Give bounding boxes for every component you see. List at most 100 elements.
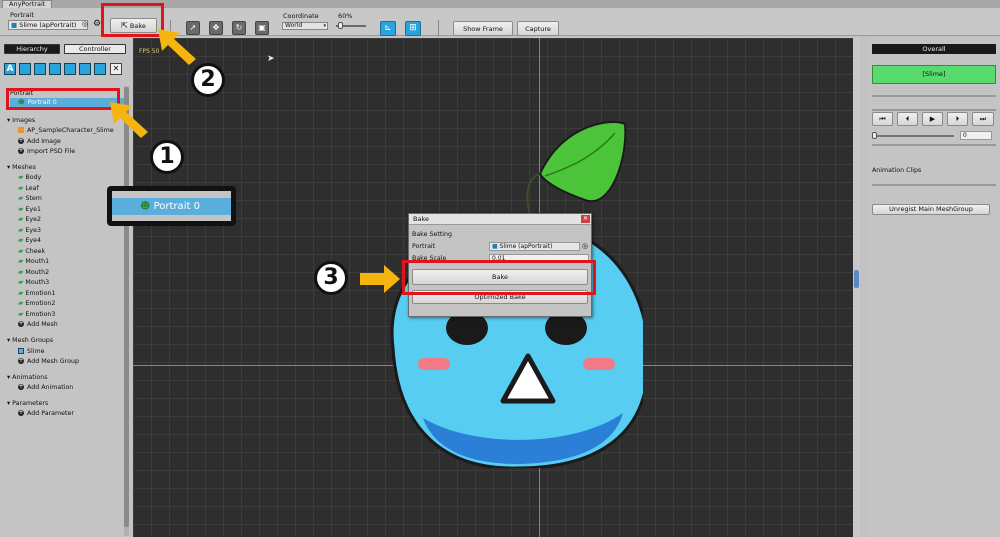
divider bbox=[872, 144, 996, 146]
mouse-cursor-icon: ➤ bbox=[267, 54, 275, 64]
chevron-down-icon: ▾ bbox=[323, 23, 326, 29]
animation-clips-label: Animation Clips bbox=[872, 167, 922, 174]
bake-setting-header: Bake Setting bbox=[412, 231, 453, 238]
mesh-item[interactable]: ▰ Stem bbox=[18, 194, 42, 203]
rotate-tool-icon[interactable]: ↻ bbox=[232, 21, 246, 35]
mesh-item[interactable]: ▰ Leaf bbox=[18, 184, 39, 193]
window-title-tab[interactable]: AnyPortrait bbox=[2, 0, 53, 8]
add-animation-button[interactable]: + Add Animation bbox=[18, 383, 73, 392]
mesh-group-item-label: Slime bbox=[27, 348, 45, 355]
mesh-item-label: Mouth3 bbox=[25, 279, 50, 286]
mesh-icon: ▰ bbox=[18, 225, 24, 234]
mesh-item[interactable]: ▰ Eye1 bbox=[18, 205, 41, 214]
last-frame-icon[interactable]: ⏭ bbox=[972, 112, 994, 126]
mesh-item[interactable]: ▰ Body bbox=[18, 173, 41, 182]
portrait-select[interactable]: ■ Slime (apPortrait) bbox=[8, 20, 88, 30]
play-icon[interactable]: ▶ bbox=[922, 112, 943, 126]
mesh-item[interactable]: ▰ Emotion3 bbox=[18, 310, 55, 319]
mesh-item-label: Cheek bbox=[25, 247, 46, 255]
section-parameters-label: Parameters bbox=[12, 400, 49, 407]
import-psd-button[interactable]: + Import PSD File bbox=[18, 147, 75, 156]
section-animations-label: Animations bbox=[12, 374, 48, 381]
mesh-item[interactable]: ▰ Mouth1 bbox=[18, 257, 49, 266]
section-images[interactable]: ▾ Images bbox=[7, 116, 35, 125]
filter-clear-icon[interactable]: ✕ bbox=[110, 63, 122, 75]
arrow-step1 bbox=[110, 102, 148, 138]
filter-animation-icon[interactable] bbox=[79, 63, 91, 75]
mesh-item-label: Eye4 bbox=[25, 237, 41, 244]
mesh-item[interactable]: ▰ Mouth3 bbox=[18, 278, 49, 287]
mesh-item-label: Mouth2 bbox=[25, 268, 50, 276]
gear-icon[interactable]: ⚙ bbox=[93, 19, 101, 29]
mesh-item[interactable]: ▰ Emotion2 bbox=[18, 299, 55, 308]
add-image-button[interactable]: + Add Image bbox=[18, 137, 61, 146]
section-mesh-groups[interactable]: ▾ Mesh Groups bbox=[7, 336, 53, 345]
image-item[interactable]: AP_SampleCharacter_Slime bbox=[18, 126, 114, 135]
portrait-select-value: Slime (apPortrait) bbox=[19, 21, 77, 29]
divider bbox=[872, 95, 996, 97]
hierarchy-scrollbar-thumb[interactable] bbox=[124, 87, 129, 527]
mesh-item-label: Emotion2 bbox=[25, 300, 56, 307]
mesh-item[interactable]: ▰ Cheek bbox=[18, 247, 45, 256]
prev-frame-icon[interactable]: ⏴ bbox=[897, 112, 918, 126]
mesh-item[interactable]: ▰ Emotion1 bbox=[18, 289, 55, 298]
section-mesh-groups-label: Mesh Groups bbox=[12, 337, 54, 344]
overall-header: Overall bbox=[872, 44, 996, 54]
frame-input[interactable]: 0 bbox=[960, 131, 992, 140]
object-picker-icon[interactable]: ◎ bbox=[582, 242, 588, 250]
portrait-object-icon: ■ bbox=[11, 21, 18, 29]
mesh-item[interactable]: ▰ Eye2 bbox=[18, 215, 41, 224]
tab-hierarchy[interactable]: Hierarchy bbox=[4, 44, 60, 54]
bake-portrait-field[interactable]: ■ Slime (apPortrait) bbox=[489, 242, 580, 251]
add-parameter-button[interactable]: + Add Parameter bbox=[18, 409, 74, 418]
filter-portrait-icon[interactable] bbox=[19, 63, 31, 75]
filter-param-icon[interactable] bbox=[94, 63, 106, 75]
mesh-item[interactable]: ▰ Eye3 bbox=[18, 226, 41, 235]
mesh-visibility-icon[interactable]: ⊞ bbox=[405, 21, 421, 36]
mesh-item[interactable]: ▰ Eye4 bbox=[18, 236, 41, 245]
section-parameters[interactable]: ▾ Parameters bbox=[7, 399, 48, 408]
mesh-icon: ▰ bbox=[18, 183, 24, 192]
slime-leaf bbox=[538, 121, 627, 203]
scale-tool-icon[interactable]: ▣ bbox=[255, 21, 269, 35]
filter-all-icon[interactable]: A bbox=[4, 63, 16, 75]
capture-button[interactable]: Capture bbox=[517, 21, 559, 36]
frame-slider[interactable] bbox=[874, 135, 954, 137]
step-marker-1: 1 bbox=[150, 140, 184, 174]
add-mesh-button[interactable]: + Add Mesh bbox=[18, 320, 58, 329]
move-tool-icon[interactable]: ✥ bbox=[209, 21, 223, 35]
mesh-icon: ▰ bbox=[18, 309, 24, 318]
object-picker-icon[interactable]: ◎ bbox=[82, 20, 88, 28]
zoom-slider-handle[interactable] bbox=[338, 22, 343, 29]
bone-visibility-icon[interactable]: ⊾ bbox=[380, 21, 396, 36]
mesh-item[interactable]: ▰ Mouth2 bbox=[18, 268, 49, 277]
coordinate-select-value: World bbox=[285, 22, 303, 29]
section-meshes[interactable]: ▾ Meshes bbox=[7, 163, 36, 172]
tab-controller[interactable]: Controller bbox=[64, 44, 126, 54]
frame-slider-handle[interactable] bbox=[872, 132, 877, 139]
bake-portrait-label: Portrait bbox=[412, 243, 436, 250]
close-icon[interactable]: ✕ bbox=[581, 215, 590, 223]
filter-image-icon[interactable] bbox=[34, 63, 46, 75]
next-frame-icon[interactable]: ⏵ bbox=[947, 112, 968, 126]
first-frame-icon[interactable]: ⏮ bbox=[872, 112, 893, 126]
show-frame-button[interactable]: Show Frame bbox=[453, 21, 513, 36]
mesh-item-label: Eye3 bbox=[25, 226, 41, 234]
unregist-main-meshgroup-button[interactable]: Unregist Main MeshGroup bbox=[872, 204, 990, 215]
add-mesh-group-button[interactable]: + Add Mesh Group bbox=[18, 357, 79, 366]
arrow-step2 bbox=[158, 29, 196, 65]
section-animations[interactable]: ▾ Animations bbox=[7, 373, 48, 382]
mesh-icon: ▰ bbox=[18, 194, 24, 202]
mesh-icon: ▰ bbox=[18, 288, 24, 297]
mesh-icon: ▰ bbox=[18, 257, 24, 265]
coordinate-select[interactable]: World ▾ bbox=[282, 22, 328, 30]
plus-icon: + bbox=[18, 383, 24, 390]
section-meshes-label: Meshes bbox=[12, 164, 36, 171]
filter-meshgroup-icon[interactable] bbox=[64, 63, 76, 75]
filter-mesh-icon[interactable] bbox=[49, 63, 61, 75]
portrait-object-icon: ■ bbox=[492, 243, 498, 250]
slime-button[interactable]: [Slime] bbox=[872, 65, 996, 84]
image-icon bbox=[18, 127, 24, 133]
viewport-vscrollbar-thumb[interactable] bbox=[854, 270, 859, 288]
mesh-group-item[interactable]: Slime bbox=[18, 347, 45, 356]
